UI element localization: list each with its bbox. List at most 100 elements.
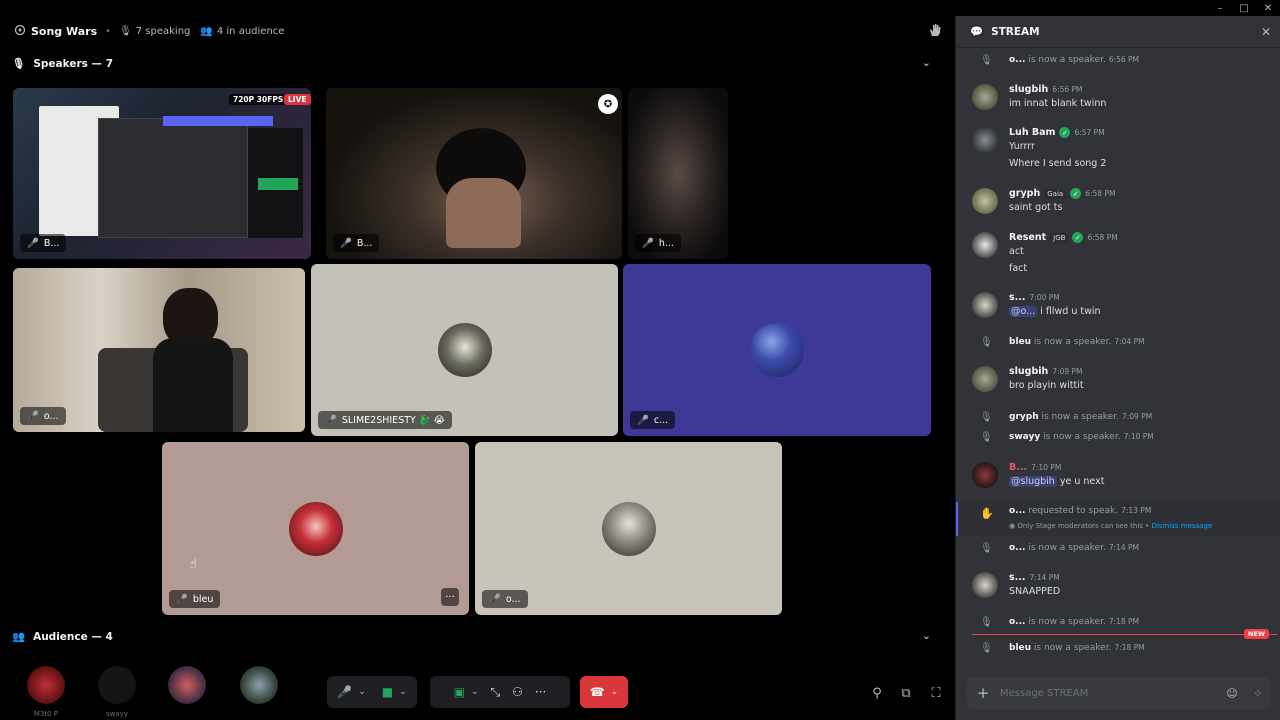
hangup-icon: ☎ bbox=[589, 685, 605, 699]
chevron-down-icon[interactable]: ⌄ bbox=[611, 687, 619, 697]
audience-header[interactable]: 👥 Audience — 4 ⌄ bbox=[12, 630, 942, 643]
fullscreen-icon[interactable]: ⛶ bbox=[927, 684, 945, 702]
speaker-tile-camera[interactable]: ✪ 🎤 B... bbox=[326, 88, 622, 259]
emoji-icon[interactable]: ☺ bbox=[1219, 687, 1245, 700]
minimize-icon[interactable]: – bbox=[1208, 0, 1232, 16]
message-composer[interactable]: + Message STREAM ☺ ⁘ bbox=[966, 677, 1271, 709]
speaker-name-tag: 🎤 B... bbox=[333, 234, 380, 252]
username[interactable]: s... bbox=[1009, 572, 1025, 583]
mic-icon: 🎙 bbox=[12, 58, 26, 70]
speaker-name-tag: 🎤 B... bbox=[20, 234, 67, 252]
speaker-mic-icon: 🎙 bbox=[980, 54, 993, 66]
avatar[interactable] bbox=[972, 84, 998, 110]
invite-speaker-icon[interactable]: ⚇ bbox=[512, 685, 523, 699]
muted-mic-icon: 🎤 bbox=[642, 237, 654, 249]
close-window-icon[interactable]: ✕ bbox=[1256, 0, 1280, 16]
stage-actions: ▣ ⌄ ⤡ ⚇ ··· bbox=[430, 676, 570, 708]
close-icon[interactable]: ✕ bbox=[1261, 25, 1271, 39]
raise-hand-icon[interactable] bbox=[927, 22, 943, 41]
speaker-tile-camera[interactable]: 🎤 h... bbox=[628, 88, 728, 259]
cursor-icon: ☝ bbox=[189, 557, 197, 572]
chat-panel: 💬 STREAM ✕ 🎙 o... is now a speaker. 6:56 … bbox=[955, 16, 1280, 720]
speaker-mic-icon: 🎙 bbox=[980, 616, 993, 628]
username[interactable]: Resent bbox=[1009, 232, 1046, 243]
pin-icon[interactable]: ⚲ bbox=[868, 684, 886, 702]
speaker-name-tag: 🎤 h... bbox=[635, 234, 681, 252]
speaker-tile-avatar[interactable]: 🎤 SLIME2SHIESTY 🐉 😭 bbox=[311, 264, 618, 436]
chevron-down-icon[interactable]: ⌄ bbox=[471, 687, 479, 697]
speaker-tile-screenshare[interactable]: 720P 30FPS LIVE 🎤 B... bbox=[13, 88, 311, 259]
speak-request: ✋ o... requested to speak. 7:13 PM ◉ Only… bbox=[956, 502, 1280, 536]
mention[interactable]: @slugbih bbox=[1009, 476, 1057, 487]
leave-stage-button[interactable]: ☎ ⌄ bbox=[580, 676, 628, 708]
message-input[interactable]: Message STREAM bbox=[1000, 688, 1219, 699]
username[interactable]: s... bbox=[1009, 292, 1025, 303]
avatar[interactable] bbox=[972, 462, 998, 488]
chevron-down-icon[interactable]: ⌄ bbox=[922, 57, 931, 69]
resolution-badge: 720P 30FPS bbox=[229, 94, 288, 105]
add-attachment-icon[interactable]: + bbox=[966, 684, 1000, 702]
system-message: 🎙 o... is now a speaker. 7:14 PM bbox=[980, 542, 1140, 554]
speaking-count: 🎙 7 speaking bbox=[119, 25, 191, 37]
apps-icon[interactable]: ⁘ bbox=[1245, 687, 1271, 700]
guild-tag: Gaia bbox=[1044, 188, 1067, 199]
eye-icon: ◉ bbox=[1009, 522, 1016, 530]
muted-mic-icon: 🎤 bbox=[325, 414, 337, 426]
audience-avatar[interactable] bbox=[240, 666, 278, 704]
username[interactable]: Luh Bam bbox=[1009, 127, 1055, 138]
avatar[interactable] bbox=[972, 292, 998, 318]
live-badge: LIVE bbox=[284, 94, 311, 105]
muted-mic-icon: 🎤 bbox=[637, 414, 649, 426]
more-options-button[interactable]: ··· bbox=[441, 588, 459, 606]
avatar[interactable] bbox=[972, 366, 998, 392]
speaker-name-tag: 🎤 o... bbox=[482, 590, 528, 608]
window-controls: – □ ✕ bbox=[1208, 0, 1280, 16]
speaker-tile-avatar[interactable]: ☝ 🎤 bleu ··· bbox=[162, 442, 469, 615]
popout-icon[interactable]: ⧉ bbox=[897, 684, 915, 702]
audience-avatar[interactable] bbox=[168, 666, 206, 704]
message-list[interactable]: 🎙 o... is now a speaker. 6:56 PM slugbih 6… bbox=[956, 48, 1280, 668]
speaker-name-tag: 🎤 bleu bbox=[169, 590, 221, 608]
mic-icon: 🎙 bbox=[119, 25, 132, 37]
mention[interactable]: @o... bbox=[1009, 306, 1038, 317]
avatar[interactable] bbox=[972, 572, 998, 598]
chat-header: 💬 STREAM ✕ bbox=[956, 16, 1280, 48]
muted-mic-icon: 🎤 bbox=[27, 410, 39, 422]
more-options-icon[interactable]: ··· bbox=[535, 685, 546, 699]
speaker-mic-icon: 🎙 bbox=[980, 411, 993, 423]
avatar bbox=[288, 501, 343, 556]
username[interactable]: slugbih bbox=[1009, 84, 1048, 95]
username[interactable]: B... bbox=[1009, 462, 1027, 473]
verified-icon: ✓ bbox=[1072, 232, 1084, 243]
camera-icon[interactable]: ■ bbox=[382, 685, 393, 699]
speaker-name-tag: 🎤 o... bbox=[20, 407, 66, 425]
audience-avatar[interactable] bbox=[98, 666, 136, 704]
audience-avatar[interactable] bbox=[27, 666, 65, 704]
screen-share-icon[interactable]: ▣ bbox=[454, 685, 465, 699]
stage-area: Song Wars • 🎙 7 speaking 👥 4 in audience… bbox=[0, 0, 955, 720]
muted-mic-icon[interactable]: 🎤 bbox=[337, 685, 352, 699]
chevron-down-icon[interactable]: ⌄ bbox=[922, 630, 931, 642]
maximize-icon[interactable]: □ bbox=[1232, 0, 1256, 16]
chevron-down-icon[interactable]: ⌄ bbox=[399, 687, 407, 697]
username[interactable]: slugbih bbox=[1009, 366, 1048, 377]
speaker-mic-icon: 🎙 bbox=[980, 336, 993, 348]
speaker-tile-avatar[interactable]: 🎤 c... bbox=[623, 264, 931, 436]
muted-mic-icon: 🎤 bbox=[340, 237, 352, 249]
avatar[interactable] bbox=[972, 188, 998, 214]
muted-mic-icon: 🎤 bbox=[27, 237, 39, 249]
stage-title: Song Wars bbox=[31, 24, 98, 38]
move-to-audience-icon[interactable]: ⤡ bbox=[491, 685, 501, 700]
speaker-tile-camera[interactable]: 🎤 o... bbox=[13, 268, 305, 432]
system-message: 🎙 bleu is now a speaker. 7:04 PM bbox=[980, 336, 1145, 348]
stage-icon bbox=[14, 24, 26, 39]
speakers-header[interactable]: 🎙 Speakers — 7 ⌄ bbox=[12, 57, 942, 70]
avatar[interactable] bbox=[972, 232, 998, 258]
chat-bubble-icon: 💬 bbox=[970, 26, 984, 38]
avatar[interactable] bbox=[972, 127, 998, 153]
dismiss-link[interactable]: Dismiss message bbox=[1152, 522, 1213, 530]
chevron-down-icon[interactable]: ⌄ bbox=[358, 687, 366, 697]
username[interactable]: gryph bbox=[1009, 188, 1040, 199]
speaker-tile-avatar[interactable]: 🎤 o... bbox=[475, 442, 782, 615]
moderator-icon: ✪ bbox=[598, 94, 618, 114]
